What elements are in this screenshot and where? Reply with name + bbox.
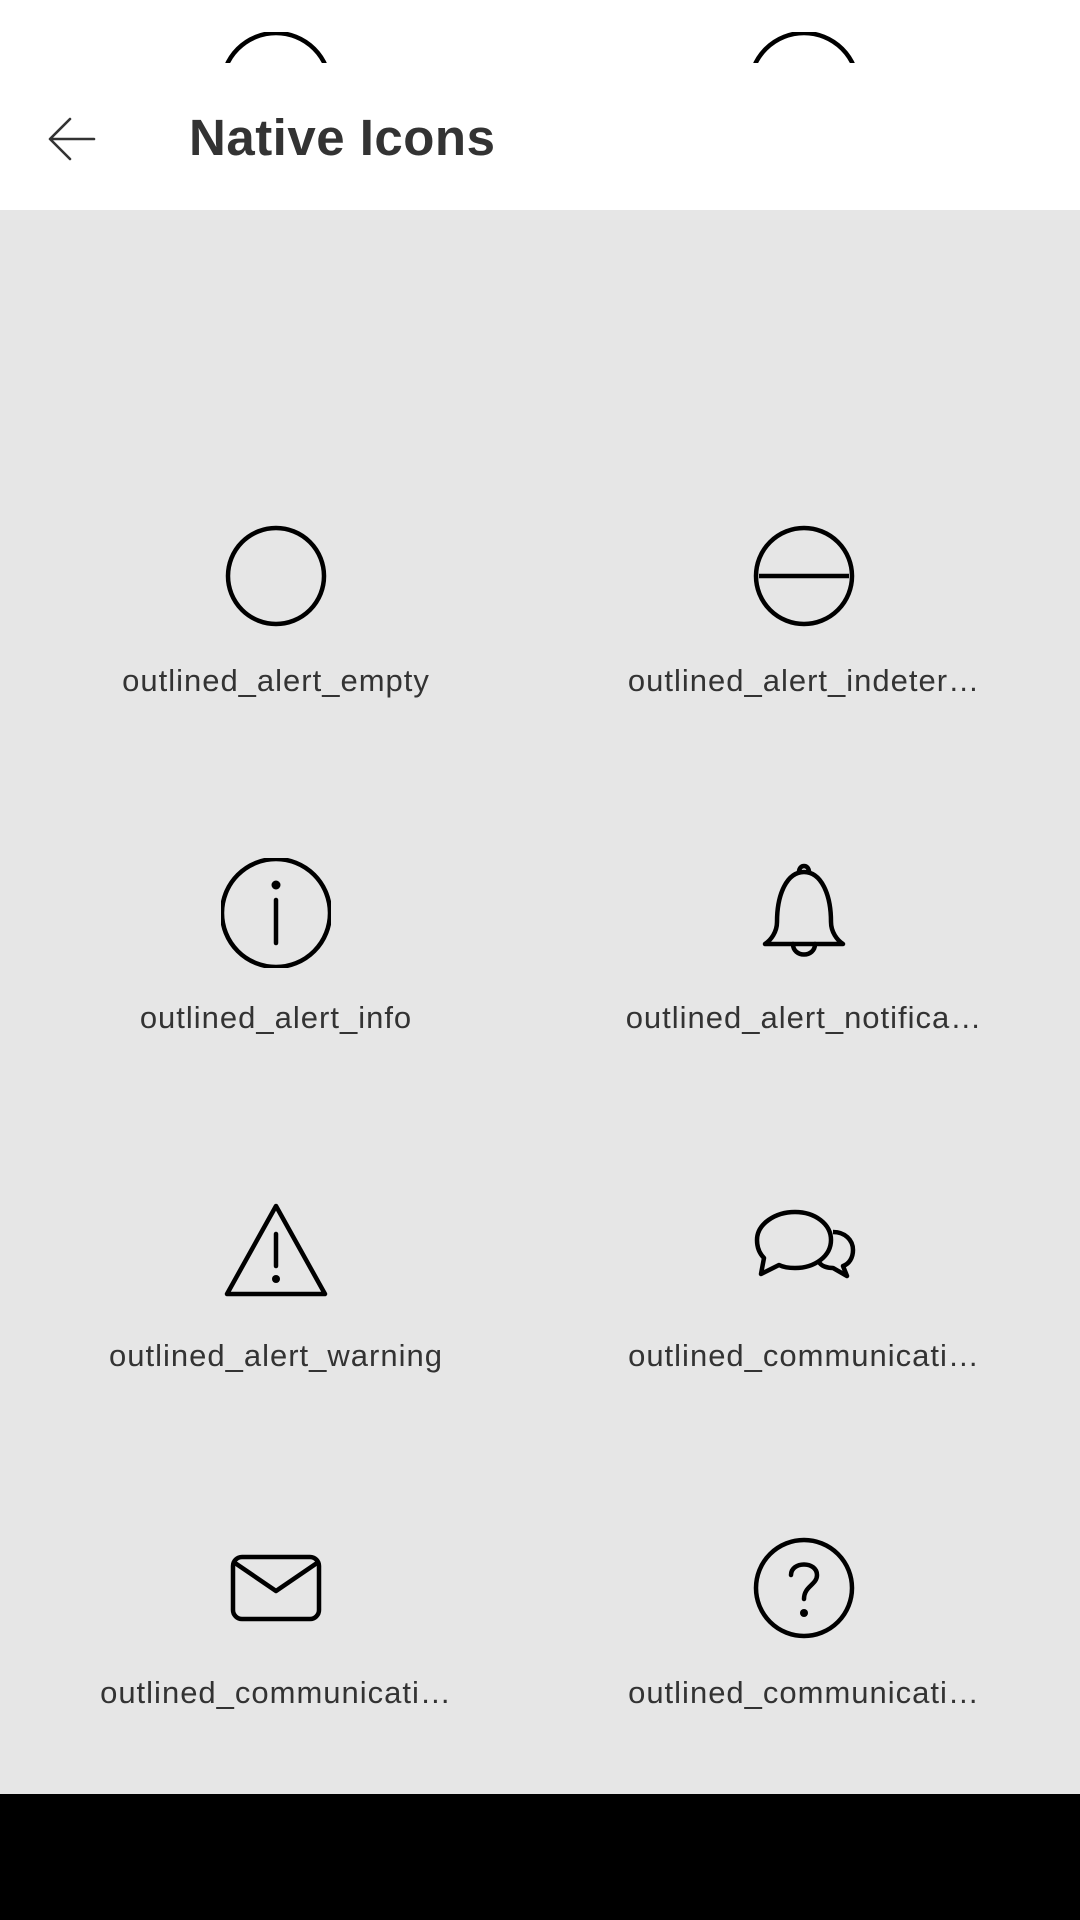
info-circle-icon xyxy=(221,858,331,968)
icon-label: outlined_alert_warning xyxy=(109,1338,443,1373)
icon-grid: outlined_alert_cancel outlined_alert_che… xyxy=(0,0,1080,1794)
icon-cell[interactable]: outlined_communicati… xyxy=(540,1160,1068,1496)
icon-cell[interactable]: outlined_alert_notifica… xyxy=(540,822,1068,1158)
navigation-bar xyxy=(0,1794,1080,1920)
icon-label: outlined_alert_indeter… xyxy=(627,663,981,698)
icon-cell[interactable]: outlined_communicati… xyxy=(12,1497,540,1794)
icon-cell[interactable]: outlined_alert_warning xyxy=(12,1160,540,1496)
back-button[interactable] xyxy=(36,103,108,175)
icon-label: outlined_alert_empty xyxy=(122,663,430,698)
page-title: Native Icons xyxy=(189,109,496,166)
icon-label: outlined_communicati… xyxy=(628,1675,980,1710)
chat-bubbles-icon xyxy=(749,1196,859,1306)
indeterminate-circle-icon xyxy=(749,521,859,631)
app-bar: Native Icons xyxy=(0,63,1080,210)
icon-cell[interactable]: outlined_communicati… xyxy=(540,1497,1068,1794)
bell-icon xyxy=(749,858,859,968)
icon-label: outlined_communicati… xyxy=(628,1338,980,1373)
icon-cell[interactable]: outlined_alert_indeter… xyxy=(540,485,1068,821)
icon-label: outlined_alert_notifica… xyxy=(625,1000,983,1035)
help-circle-icon xyxy=(749,1533,859,1643)
icon-cell[interactable]: outlined_alert_info xyxy=(12,822,540,1158)
icon-label: outlined_alert_info xyxy=(139,1000,413,1035)
icon-cell[interactable]: outlined_alert_empty xyxy=(12,485,540,821)
warning-triangle-icon xyxy=(221,1196,331,1306)
arrow-left-icon xyxy=(48,117,96,161)
empty-circle-icon xyxy=(221,521,331,631)
envelope-icon xyxy=(221,1533,331,1643)
icon-label: outlined_communicati… xyxy=(100,1675,452,1710)
